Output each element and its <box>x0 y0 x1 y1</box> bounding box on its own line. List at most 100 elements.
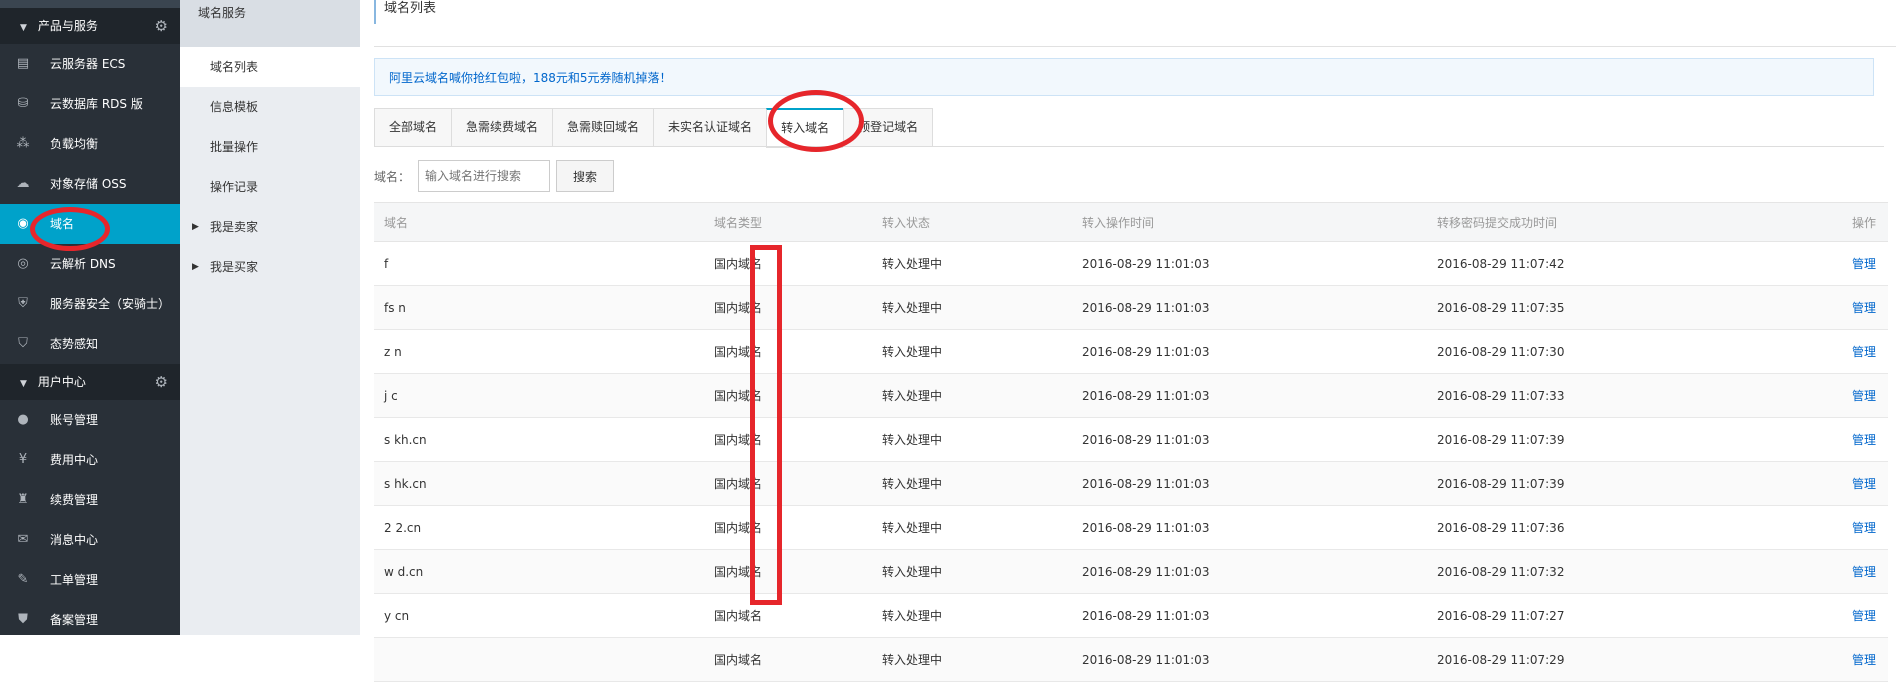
column-header-actions: 操作 <box>1807 202 1888 242</box>
caret-right-icon: ▶ <box>192 262 199 272</box>
table-row: f 国内域名 转入处理中 2016-08-29 11:01:03 2016-08-29 … <box>374 241 1888 286</box>
subnav-item-buyer[interactable]: ▶ 我是买家 <box>180 247 360 287</box>
cell-transfer-time: 2016-08-29 11:01:03 <box>1072 417 1427 462</box>
manage-link[interactable]: 管理 <box>1852 521 1876 535</box>
search-button[interactable]: 搜索 <box>556 160 615 192</box>
sidebar-item-domain[interactable]: ◉ 域名 <box>0 204 180 244</box>
table-row: fs n 国内域名 转入处理中 2016-08-29 11:01:03 2016-08-… <box>374 285 1888 330</box>
cell-transfer-status: 转入处理中 <box>872 241 1072 286</box>
cell-transfer-status: 转入处理中 <box>872 505 1072 550</box>
cell-domain: s kh.cn <box>374 417 704 462</box>
table-row: j c 国内域名 转入处理中 2016-08-29 11:01:03 2016-08-2… <box>374 373 1888 418</box>
globe-icon: ◉ <box>17 216 29 231</box>
subnav-item-seller[interactable]: ▶ 我是卖家 <box>180 207 360 247</box>
cell-actions: 管理 <box>1807 461 1888 506</box>
search-label: 域名： <box>374 169 411 184</box>
sidebar-item-rds[interactable]: ⛁ 云数据库 RDS 版 <box>0 84 180 124</box>
tab-preregistered[interactable]: 预登记域名 <box>843 108 934 147</box>
cell-transfer-time: 2016-08-29 11:01:03 <box>1072 241 1427 286</box>
cell-actions: 管理 <box>1807 329 1888 374</box>
sidebar-item-billing[interactable]: ¥ 费用中心 <box>0 440 180 480</box>
sidebar-item-dns[interactable]: ◎ 云解析 DNS <box>0 244 180 284</box>
sidebar-item-slb[interactable]: ⁂ 负载均衡 <box>0 124 180 164</box>
shield-check-icon: ⛉ <box>18 336 28 351</box>
tab-all-domains[interactable]: 全部域名 <box>374 108 452 147</box>
manage-link[interactable]: 管理 <box>1852 433 1876 447</box>
manage-link[interactable]: 管理 <box>1852 477 1876 491</box>
sidebar-item-renewal[interactable]: ♜ 续费管理 <box>0 480 180 520</box>
sidebar-item-tickets[interactable]: ✎ 工单管理 <box>0 560 180 600</box>
tab-transfer-in[interactable]: 转入域名 <box>766 108 844 148</box>
user-icon: ● <box>17 412 29 427</box>
cell-transfer-status: 转入处理中 <box>872 329 1072 374</box>
yen-icon: ¥ <box>18 452 28 467</box>
cell-domain-type: 国内域名 <box>704 417 872 462</box>
promo-notice[interactable]: 阿里云域名喊你抢红包啦，188元和5元券随机掉落！ <box>374 58 1874 96</box>
cell-domain-type: 国内域名 <box>704 461 872 506</box>
manage-link[interactable]: 管理 <box>1852 389 1876 403</box>
cell-auth-code-time: 2016-08-29 11:07:27 <box>1427 593 1807 638</box>
subnav-item-domain-list[interactable]: 域名列表 <box>180 47 360 87</box>
table-row: 国内域名 转入处理中 2016-08-29 11:01:03 2016-08-29 1… <box>374 637 1888 682</box>
manage-link[interactable]: 管理 <box>1852 653 1876 667</box>
shield-icon: ⛨ <box>18 296 28 311</box>
sidebar-item-label: 云服务器 ECS <box>50 57 126 71</box>
pencil-icon: ✎ <box>17 572 29 587</box>
sidebar-item-label: 费用中心 <box>50 453 99 467</box>
table-body: f 国内域名 转入处理中 2016-08-29 11:01:03 2016-08-29 … <box>374 241 1888 682</box>
table-row: y cn 国内域名 转入处理中 2016-08-29 11:01:03 2016-08-… <box>374 593 1888 638</box>
tab-redemption-needed[interactable]: 急需赎回域名 <box>552 108 654 147</box>
load-balancer-icon: ⁂ <box>16 136 30 151</box>
tab-unverified[interactable]: 未实名认证域名 <box>653 108 767 147</box>
column-header-transfer-status[interactable]: 转入状态 <box>872 202 1072 242</box>
cell-auth-code-time: 2016-08-29 11:07:33 <box>1427 373 1807 418</box>
domain-tabs: 全部域名 急需续费域名 急需赎回域名 未实名认证域名 转入域名 预登记域名 <box>374 108 934 148</box>
cell-domain: 2 2.cn <box>374 505 704 550</box>
manage-link[interactable]: 管理 <box>1852 565 1876 579</box>
cell-actions: 管理 <box>1807 505 1888 550</box>
sidebar-item-account[interactable]: ● 账号管理 <box>0 400 180 440</box>
sidebar-item-label: 态势感知 <box>50 337 99 351</box>
server-icon: ▤ <box>16 56 30 71</box>
divider <box>374 146 1884 147</box>
gear-icon[interactable]: ⚙ <box>155 8 168 44</box>
subnav-item-label: 批量操作 <box>210 140 259 154</box>
sidebar-group-user-center[interactable]: ▼ 用户中心 ⚙ <box>0 364 180 400</box>
column-header-domain[interactable]: 域名 <box>374 202 704 242</box>
secondary-nav-title: 域名服务 <box>180 0 360 47</box>
sidebar-item-ecs[interactable]: ▤ 云服务器 ECS <box>0 44 180 84</box>
manage-link[interactable]: 管理 <box>1852 301 1876 315</box>
cell-transfer-time: 2016-08-29 11:01:03 <box>1072 461 1427 506</box>
cell-domain: f <box>374 241 704 286</box>
sidebar-item-icp-record[interactable]: ⛊ 备案管理 <box>0 600 180 635</box>
sidebar-group-products[interactable]: ▼ 产品与服务 ⚙ <box>0 8 180 44</box>
cell-domain: w d.cn <box>374 549 704 594</box>
renew-icon: ♜ <box>17 492 29 507</box>
sidebar-item-oss[interactable]: ☁ 对象存储 OSS <box>0 164 180 204</box>
subnav-item-batch-operations[interactable]: 批量操作 <box>180 127 360 167</box>
cell-actions: 管理 <box>1807 637 1888 682</box>
cell-auth-code-time: 2016-08-29 11:07:29 <box>1427 637 1807 682</box>
column-header-domain-type[interactable]: 域名类型 <box>704 202 872 242</box>
sidebar-item-server-security[interactable]: ⛨ 服务器安全（安骑士） <box>0 284 180 324</box>
subnav-item-operation-log[interactable]: 操作记录 <box>180 167 360 207</box>
cell-auth-code-time: 2016-08-29 11:07:36 <box>1427 505 1807 550</box>
manage-link[interactable]: 管理 <box>1852 345 1876 359</box>
cell-domain-type: 国内域名 <box>704 593 872 638</box>
gear-icon[interactable]: ⚙ <box>155 364 168 400</box>
sidebar-item-label: 负载均衡 <box>50 137 99 151</box>
sidebar-item-label: 云解析 DNS <box>50 257 116 271</box>
sidebar-item-situation-awareness[interactable]: ⛉ 态势感知 <box>0 324 180 364</box>
subnav-item-info-template[interactable]: 信息模板 <box>180 87 360 127</box>
manage-link[interactable]: 管理 <box>1852 609 1876 623</box>
caret-down-icon: ▼ <box>20 23 27 33</box>
column-header-auth-code-time[interactable]: 转移密码提交成功时间 <box>1427 202 1807 242</box>
cell-transfer-time: 2016-08-29 11:01:03 <box>1072 285 1427 330</box>
cell-transfer-time: 2016-08-29 11:01:03 <box>1072 329 1427 374</box>
tab-renewal-needed[interactable]: 急需续费域名 <box>451 108 553 147</box>
manage-link[interactable]: 管理 <box>1852 257 1876 271</box>
search-input[interactable] <box>418 160 551 192</box>
column-header-transfer-time[interactable]: 转入操作时间 <box>1072 202 1427 242</box>
cell-domain: j c <box>374 373 704 418</box>
sidebar-item-messages[interactable]: ✉ 消息中心 <box>0 520 180 560</box>
